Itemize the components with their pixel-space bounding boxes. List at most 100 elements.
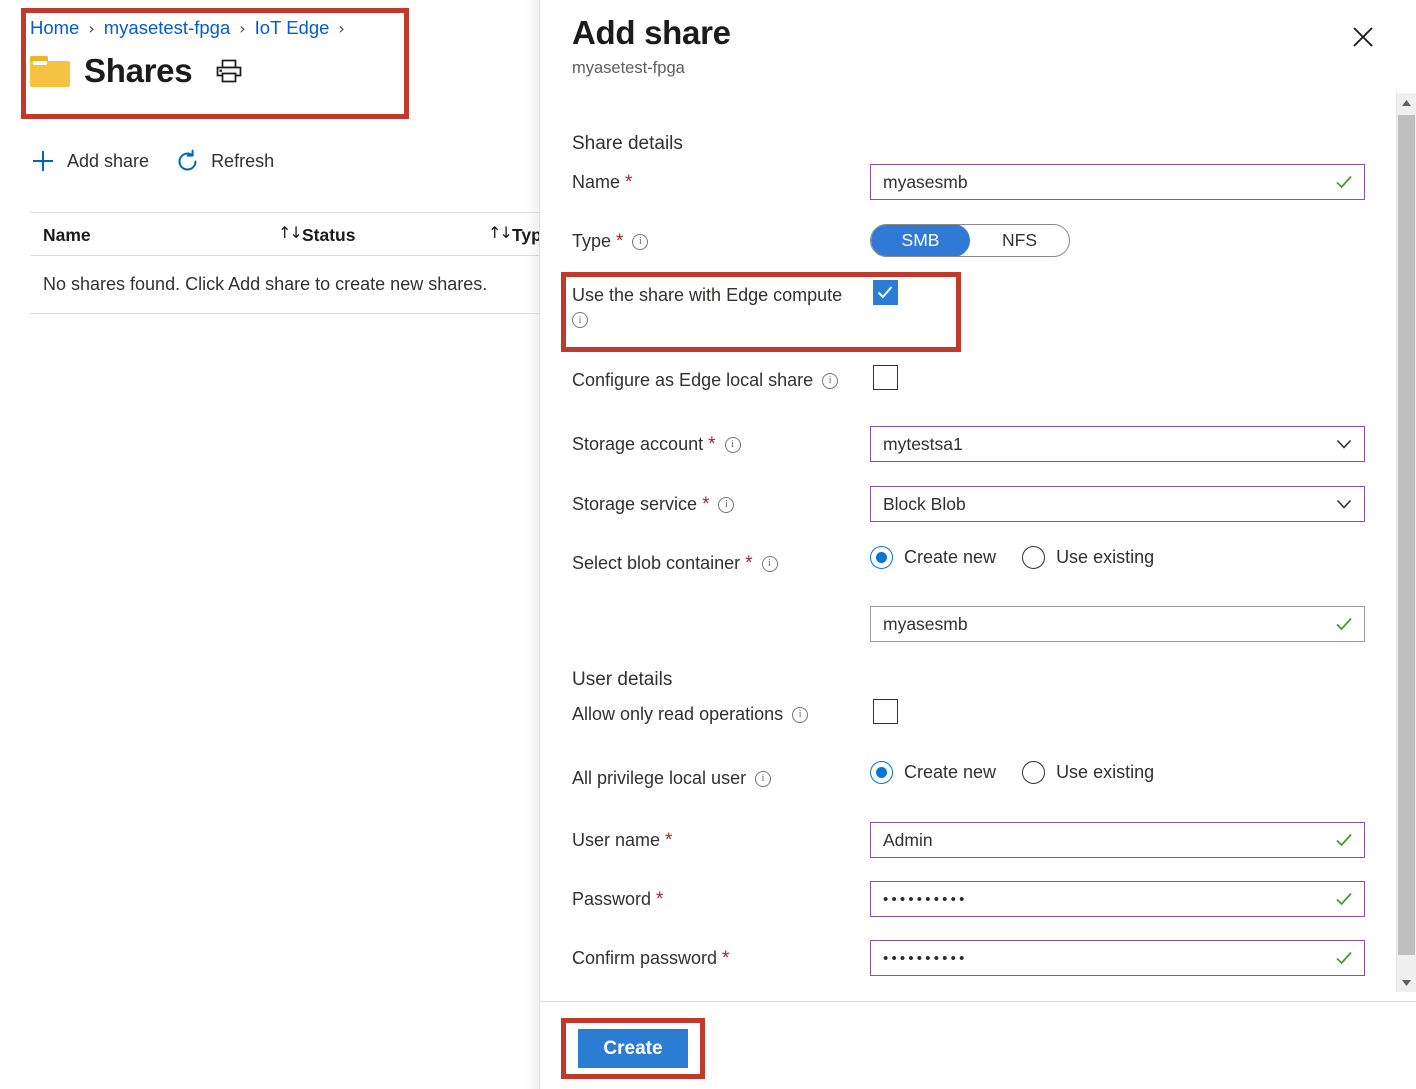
storage-account-info-icon[interactable]: i	[725, 437, 741, 453]
name-label: Name *	[572, 172, 632, 193]
privilege-user-label-text: All privilege local user	[572, 768, 746, 789]
screenshot-root: Home › myasetest-fpga › IoT Edge › Share…	[0, 0, 1416, 1089]
refresh-label: Refresh	[211, 151, 274, 172]
user-name-input-value: Admin	[883, 830, 1334, 851]
valid-check-icon	[1334, 172, 1354, 192]
privilege-user-radio-group: Create new Use existing	[870, 761, 1154, 784]
read-only-label-text: Allow only read operations	[572, 704, 783, 725]
blob-container-radio-use-existing-label: Use existing	[1056, 547, 1154, 568]
refresh-icon	[175, 149, 200, 174]
storage-service-label-text: Storage service	[572, 494, 697, 515]
name-label-text: Name	[572, 172, 620, 193]
blade-header: Add share myasetest-fpga	[572, 14, 731, 78]
refresh-button[interactable]: Refresh	[175, 149, 274, 174]
blade-title: Add share	[572, 14, 731, 52]
password-label: Password *	[572, 889, 663, 910]
add-share-button[interactable]: Add share	[30, 148, 149, 174]
storage-service-dropdown[interactable]: Block Blob	[870, 486, 1365, 522]
valid-check-icon	[1334, 614, 1354, 634]
edge-compute-checkbox[interactable]	[873, 280, 898, 305]
blob-container-info-icon[interactable]: i	[762, 556, 778, 572]
print-icon[interactable]	[192, 59, 242, 83]
blob-container-input[interactable]: myasesmb	[870, 606, 1365, 642]
privilege-user-radio-use-existing[interactable]: Use existing	[1022, 761, 1154, 784]
privilege-user-radio-use-existing-label: Use existing	[1056, 762, 1154, 783]
edge-compute-label: Use the share with Edge compute i	[572, 285, 842, 328]
sort-status-icon[interactable]: ↑↓	[488, 223, 511, 242]
valid-check-icon	[1334, 889, 1354, 909]
edge-local-info-icon[interactable]: i	[822, 373, 838, 389]
chevron-down-icon	[1334, 494, 1354, 514]
valid-check-icon	[1334, 948, 1354, 968]
breadcrumb-separator-icon: ›	[338, 19, 344, 38]
blade-scrollbar[interactable]	[1396, 93, 1416, 992]
name-input[interactable]: myasesmb	[870, 164, 1365, 200]
panel-shadow	[525, 0, 539, 1089]
name-input-value: myasesmb	[883, 172, 1334, 193]
name-required-mark: *	[625, 173, 632, 192]
shares-toolbar: Add share Refresh	[30, 148, 274, 174]
password-required-mark: *	[656, 890, 663, 909]
scrollbar-thumb[interactable]	[1398, 115, 1415, 955]
page-title-row: Shares	[30, 52, 242, 90]
storage-service-value: Block Blob	[883, 494, 1334, 515]
radio-dot-icon	[1022, 546, 1045, 569]
confirm-password-label-text: Confirm password	[572, 948, 717, 969]
blob-container-label: Select blob container * i	[572, 553, 778, 574]
close-icon[interactable]	[1346, 20, 1380, 54]
create-button[interactable]: Create	[578, 1029, 688, 1068]
user-name-label: User name *	[572, 830, 672, 851]
password-input[interactable]: ••••••••••	[870, 881, 1365, 917]
privilege-user-info-icon[interactable]: i	[755, 771, 771, 787]
storage-account-label-text: Storage account	[572, 434, 703, 455]
privilege-user-label: All privilege local user i	[572, 768, 771, 789]
blob-container-radio-use-existing[interactable]: Use existing	[1022, 546, 1154, 569]
empty-message: No shares found. Click Add share to crea…	[30, 274, 487, 295]
storage-service-info-icon[interactable]: i	[718, 497, 734, 513]
shares-empty-row: No shares found. Click Add share to crea…	[30, 256, 539, 314]
column-header-name[interactable]: Name	[43, 225, 91, 246]
confirm-password-input[interactable]: ••••••••••	[870, 940, 1365, 976]
user-name-input[interactable]: Admin	[870, 822, 1365, 858]
read-only-info-icon[interactable]: i	[792, 707, 808, 723]
storage-account-label: Storage account * i	[572, 434, 741, 455]
type-option-nfs[interactable]: NFS	[970, 224, 1069, 257]
confirm-password-input-value: ••••••••••	[883, 950, 1334, 967]
scroll-down-arrow-icon[interactable]	[1397, 973, 1416, 992]
share-details-heading: Share details	[572, 133, 683, 155]
add-share-label: Add share	[67, 151, 149, 172]
breadcrumb: Home › myasetest-fpga › IoT Edge ›	[30, 17, 354, 39]
scroll-up-arrow-icon[interactable]	[1397, 93, 1416, 112]
edge-local-label: Configure as Edge local share i	[572, 370, 838, 391]
breadcrumb-item-iot-edge[interactable]: IoT Edge	[255, 17, 330, 39]
edge-local-label-text: Configure as Edge local share	[572, 370, 813, 391]
add-share-form: Share details Name * myasesmb Type * i	[540, 95, 1386, 995]
blob-container-label-text: Select blob container	[572, 553, 740, 574]
storage-account-dropdown[interactable]: mytestsa1	[870, 426, 1365, 462]
read-only-checkbox[interactable]	[873, 699, 898, 724]
confirm-password-label: Confirm password *	[572, 948, 729, 969]
edge-compute-info-icon[interactable]: i	[572, 312, 588, 328]
add-share-blade: Add share myasetest-fpga Share details N…	[540, 0, 1416, 1089]
privilege-user-radio-create-new[interactable]: Create new	[870, 761, 996, 784]
storage-service-label: Storage service * i	[572, 494, 734, 515]
plus-icon	[30, 148, 56, 174]
blob-container-radio-create-new-label: Create new	[904, 547, 996, 568]
storage-service-required-mark: *	[702, 495, 709, 514]
breadcrumb-item-home[interactable]: Home	[30, 17, 79, 39]
breadcrumb-item-device[interactable]: myasetest-fpga	[104, 17, 230, 39]
edge-local-checkbox[interactable]	[873, 365, 898, 390]
type-option-smb[interactable]: SMB	[871, 224, 970, 257]
page-title: Shares	[84, 52, 192, 90]
column-header-status[interactable]: Status	[302, 225, 355, 246]
blob-container-required-mark: *	[745, 554, 752, 573]
shares-list-panel: Home › myasetest-fpga › IoT Edge › Share…	[0, 0, 539, 1089]
read-only-label: Allow only read operations i	[572, 704, 808, 725]
edge-compute-label-text: Use the share with Edge compute	[572, 285, 842, 305]
sort-name-icon[interactable]: ↑↓	[278, 223, 301, 242]
user-name-label-text: User name	[572, 830, 660, 851]
confirm-password-required-mark: *	[722, 949, 729, 968]
password-label-text: Password	[572, 889, 651, 910]
type-toggle[interactable]: SMB NFS	[870, 224, 1070, 257]
blob-container-radio-create-new[interactable]: Create new	[870, 546, 996, 569]
